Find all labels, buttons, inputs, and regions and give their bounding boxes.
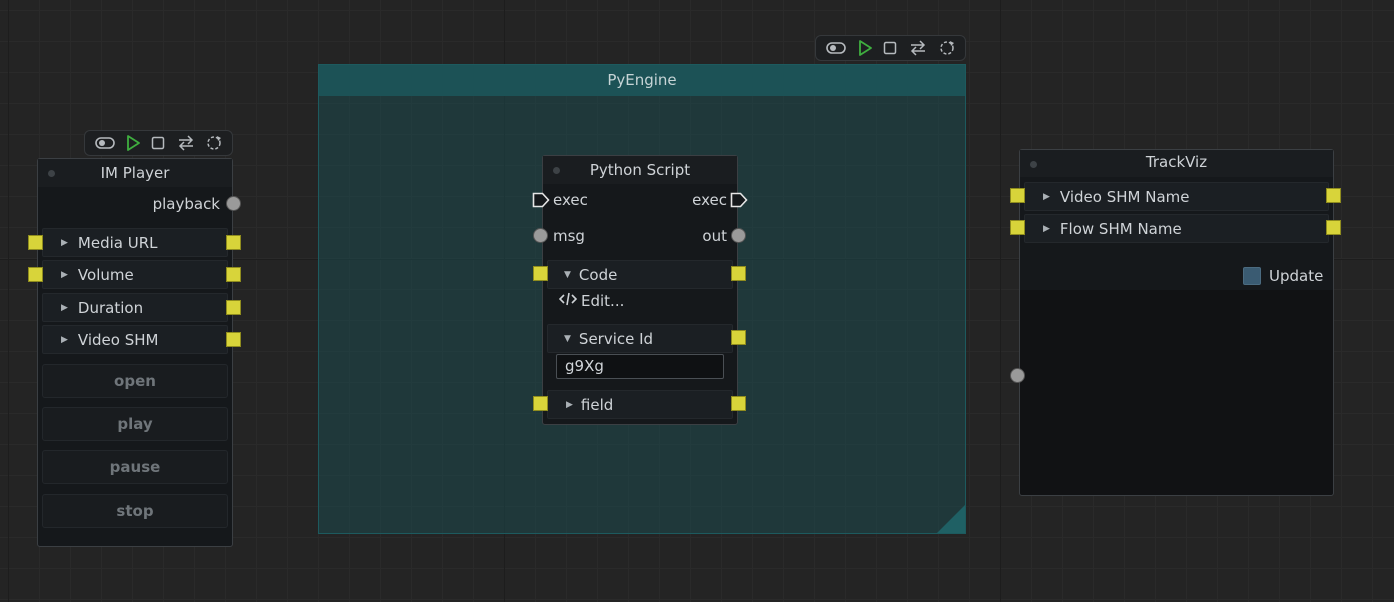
expand-arrow-icon[interactable]: ▶ — [61, 238, 68, 248]
stop-button[interactable]: stop — [42, 494, 228, 528]
flow-shm-name-output-pin[interactable] — [1326, 220, 1341, 235]
playback-label: playback — [152, 195, 220, 213]
play-button[interactable]: play — [42, 407, 228, 441]
video-shm-name-output-pin[interactable] — [1326, 188, 1341, 203]
code-input-pin[interactable] — [533, 266, 548, 281]
node-title: Python Script — [589, 161, 691, 179]
play-icon[interactable] — [126, 135, 140, 151]
pause-button[interactable]: pause — [42, 450, 228, 484]
field-label: field — [580, 395, 614, 414]
play-icon[interactable] — [858, 40, 872, 56]
field-row-media-url[interactable]: ▶ Media URL — [42, 228, 228, 257]
reload-icon[interactable] — [939, 40, 955, 56]
exec-input-pin[interactable] — [532, 192, 550, 208]
expand-arrow-icon[interactable]: ▶ — [61, 303, 68, 313]
edit-code-link[interactable]: Edit... — [558, 292, 625, 310]
video-shm-output-pin[interactable] — [226, 332, 241, 347]
field-label: Video SHM Name — [1059, 187, 1190, 206]
stop-icon[interactable] — [151, 136, 165, 150]
pyengine-toolbar — [815, 35, 966, 61]
video-shm-name-input-pin[interactable] — [1010, 188, 1025, 203]
playback-output-pin[interactable] — [226, 196, 241, 211]
python-script-node[interactable]: Python Script exec exec msg out ▼ Code E… — [542, 155, 738, 425]
field-label: Code — [578, 265, 618, 284]
field-row-flow-shm-name[interactable]: ▶ Flow SHM Name — [1024, 214, 1329, 243]
field-label: Media URL — [77, 233, 158, 252]
expand-arrow-icon[interactable]: ▶ — [1043, 192, 1050, 202]
node-header[interactable]: TrackViz — [1020, 150, 1333, 177]
volume-output-pin[interactable] — [226, 267, 241, 282]
expand-arrow-icon[interactable]: ▶ — [1043, 224, 1050, 234]
open-button[interactable]: open — [42, 364, 228, 398]
duration-output-pin[interactable] — [226, 300, 241, 315]
node-header[interactable]: Python Script — [543, 156, 737, 184]
field-row-field[interactable]: ▶ field — [547, 390, 733, 419]
node-title: IM Player — [100, 164, 170, 182]
code-output-pin[interactable] — [731, 266, 746, 281]
field-label: Service Id — [578, 329, 654, 348]
im-player-toolbar — [84, 130, 233, 156]
toggle-icon[interactable] — [94, 136, 115, 150]
trackviz-input-pin[interactable] — [1010, 368, 1025, 383]
collapse-arrow-icon[interactable]: ▼ — [564, 270, 571, 280]
service-id-output-pin[interactable] — [731, 330, 746, 345]
swap-icon[interactable] — [909, 40, 927, 56]
swap-icon[interactable] — [177, 135, 195, 151]
trackviz-node[interactable]: TrackViz ▶ Video SHM Name ▶ Flow SHM Nam… — [1019, 149, 1334, 496]
msg-label: msg — [553, 227, 585, 245]
expand-arrow-icon[interactable]: ▶ — [566, 400, 573, 410]
out-output-pin[interactable] — [731, 228, 746, 243]
node-header[interactable]: IM Player — [38, 159, 232, 187]
expand-arrow-icon[interactable]: ▶ — [61, 335, 68, 345]
edit-label: Edit... — [581, 292, 625, 310]
code-icon — [558, 292, 578, 310]
field-label: Duration — [77, 298, 144, 317]
expand-arrow-icon[interactable]: ▶ — [61, 270, 68, 280]
node-title: TrackViz — [1145, 153, 1208, 171]
update-label[interactable]: Update — [1269, 267, 1323, 285]
visualization-area — [1020, 290, 1333, 495]
media-url-output-pin[interactable] — [226, 235, 241, 250]
im-player-node[interactable]: IM Player playback ▶ Media URL ▶ Volume … — [37, 158, 233, 547]
media-url-input-pin[interactable] — [28, 235, 43, 250]
field-output-pin[interactable] — [731, 396, 746, 411]
field-row-video-shm-name[interactable]: ▶ Video SHM Name — [1024, 182, 1329, 211]
exec-out-label: exec — [692, 191, 727, 209]
service-id-input[interactable]: g9Xg — [556, 354, 724, 379]
exec-in-label: exec — [553, 191, 588, 209]
stop-icon[interactable] — [883, 41, 897, 55]
update-checkbox[interactable] — [1243, 267, 1261, 285]
exec-output-pin[interactable] — [730, 192, 748, 208]
out-label: out — [702, 227, 727, 245]
field-label: Volume — [77, 265, 134, 284]
group-title[interactable]: PyEngine — [319, 65, 965, 96]
collapse-arrow-icon[interactable]: ▼ — [564, 334, 571, 344]
field-row-video-shm[interactable]: ▶ Video SHM — [42, 325, 228, 354]
field-label: Flow SHM Name — [1059, 219, 1182, 238]
group-resize-handle[interactable] — [937, 505, 965, 533]
reload-icon[interactable] — [206, 135, 222, 151]
field-input-pin[interactable] — [533, 396, 548, 411]
status-dot — [48, 170, 55, 177]
status-dot — [553, 167, 560, 174]
toggle-icon[interactable] — [826, 41, 846, 55]
status-dot — [1030, 161, 1037, 168]
field-row-code[interactable]: ▼ Code — [547, 260, 733, 289]
field-row-volume[interactable]: ▶ Volume — [42, 260, 228, 289]
flow-shm-name-input-pin[interactable] — [1010, 220, 1025, 235]
msg-input-pin[interactable] — [533, 228, 548, 243]
field-row-service-id[interactable]: ▼ Service Id — [547, 324, 733, 353]
field-row-duration[interactable]: ▶ Duration — [42, 293, 228, 322]
field-label: Video SHM — [77, 330, 159, 349]
volume-input-pin[interactable] — [28, 267, 43, 282]
